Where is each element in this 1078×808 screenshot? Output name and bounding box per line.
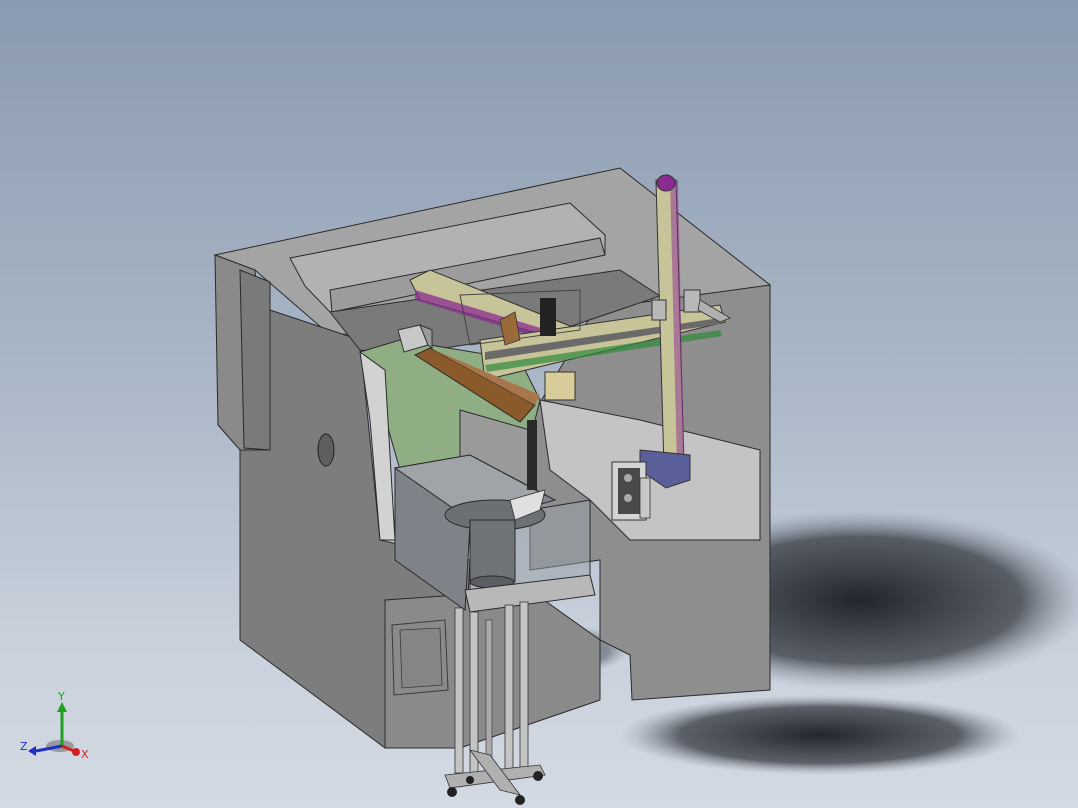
z-axis-label: Z [20,740,28,753]
x-axis-label: X [81,748,89,761]
motor-icon [540,298,556,336]
y-axis-label: Y [57,690,65,703]
axis-end-cap [656,174,676,192]
cad-model-view[interactable] [0,0,1078,808]
coordinate-triad: Y Z X [20,690,89,761]
gripper-block[interactable] [544,371,576,401]
end-effector[interactable] [611,461,651,521]
graphics-viewport[interactable]: Y Z X [0,0,1078,808]
